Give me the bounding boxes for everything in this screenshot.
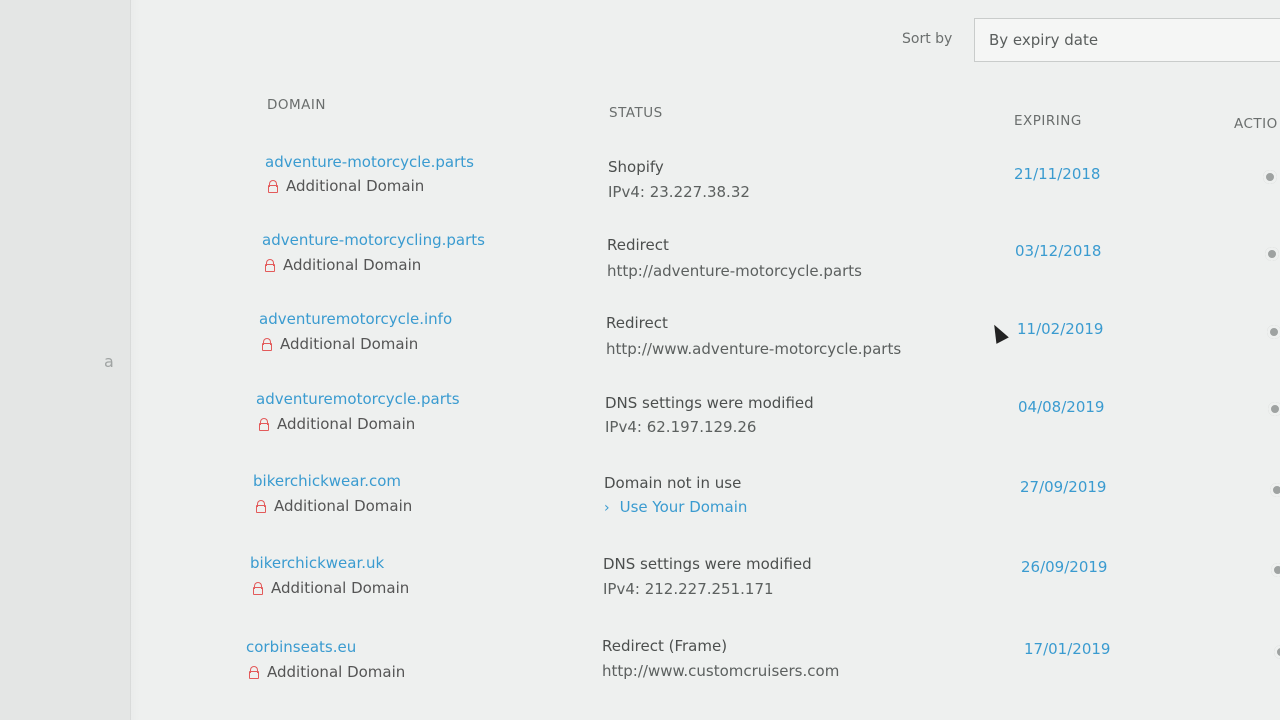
domain-link[interactable]: bikerchickwear.com (253, 472, 401, 490)
domain-link[interactable]: adventuremotorcycle.info (259, 310, 452, 328)
domain-row: bikerchickwear.com Additional Domain Dom… (150, 471, 1280, 531)
lock-icon (249, 666, 259, 679)
expiry-date: 26/09/2019 (1021, 558, 1108, 576)
domain-link[interactable]: adventure-motorcycling.parts (262, 231, 485, 249)
status-main: Shopify (608, 158, 664, 176)
domain-type: Additional Domain (265, 256, 421, 274)
status-detail[interactable]: http://www.adventure-motorcycle.parts (606, 340, 901, 358)
domain-row: adventuremotorcycle.parts Additional Dom… (150, 390, 1280, 450)
status-detail: IPv4: 212.227.251.171 (603, 580, 774, 598)
expiry-date: 21/11/2018 (1014, 165, 1101, 183)
lock-icon (265, 259, 275, 272)
status-main: DNS settings were modified (605, 394, 814, 412)
domain-type: Additional Domain (259, 415, 415, 433)
status-detail[interactable]: http://www.customcruisers.com (602, 662, 839, 680)
gear-icon[interactable] (1271, 563, 1280, 577)
domain-type: Additional Domain (262, 335, 418, 353)
use-your-domain-label: Use Your Domain (619, 498, 748, 516)
domain-list-panel: Sort by By expiry date DOMAIN STATUS EXP… (150, 0, 1280, 720)
domain-type: Additional Domain (268, 177, 424, 195)
domain-row: corbinseats.eu Additional Domain Redirec… (150, 637, 1280, 697)
status-main: Redirect (607, 236, 669, 254)
domain-type: Additional Domain (249, 663, 405, 681)
expiry-date: 11/02/2019 (1017, 320, 1104, 338)
domain-type-label: Additional Domain (277, 415, 416, 433)
domain-table: adventure-motorcycle.parts Additional Do… (150, 0, 1280, 720)
lock-icon (256, 500, 266, 513)
domain-type-label: Additional Domain (280, 335, 419, 353)
domain-type: Additional Domain (253, 579, 409, 597)
lock-icon (262, 338, 272, 351)
chevron-right-icon: › (604, 500, 610, 516)
domain-row: adventure-motorcycling.parts Additional … (150, 231, 1280, 291)
lock-icon (259, 418, 269, 431)
domain-link[interactable]: adventuremotorcycle.parts (256, 390, 460, 408)
domain-type-label: Additional Domain (283, 256, 422, 274)
gear-icon[interactable] (1268, 402, 1280, 416)
status-detail: IPv4: 23.227.38.32 (608, 183, 750, 201)
status-detail[interactable]: http://adventure-motorcycle.parts (607, 262, 862, 280)
domain-type-label: Additional Domain (271, 579, 410, 597)
expiry-date: 03/12/2018 (1015, 242, 1102, 260)
domain-list-screen: a Sort by By expiry date DOMAIN STATUS E… (0, 0, 1280, 720)
domain-type: Additional Domain (256, 497, 412, 515)
status-main: Redirect (Frame) (602, 637, 728, 655)
lock-icon (268, 180, 278, 193)
gear-icon[interactable] (1265, 247, 1279, 261)
status-main: DNS settings were modified (603, 555, 812, 573)
expiry-date: 17/01/2019 (1024, 640, 1111, 658)
gear-icon[interactable] (1267, 325, 1280, 339)
gear-icon[interactable] (1270, 483, 1280, 497)
left-navigation-rail: a (0, 0, 131, 720)
domain-link[interactable]: corbinseats.eu (246, 638, 356, 656)
domain-link[interactable]: adventure-motorcycle.parts (265, 153, 474, 171)
domain-row: bikerchickwear.uk Additional Domain DNS … (150, 553, 1280, 613)
gear-icon[interactable] (1263, 170, 1277, 184)
status-detail: IPv4: 62.197.129.26 (605, 418, 757, 436)
domain-type-label: Additional Domain (274, 497, 413, 515)
domain-row: adventure-motorcycle.parts Additional Do… (150, 153, 1280, 213)
status-main: Domain not in use (604, 474, 742, 492)
domain-type-label: Additional Domain (267, 663, 406, 681)
lock-icon (253, 582, 263, 595)
status-main: Redirect (606, 314, 668, 332)
lock-icon: a (104, 352, 114, 371)
domain-type-label: Additional Domain (286, 177, 425, 195)
domain-row: adventuremotorcycle.info Additional Doma… (150, 310, 1280, 370)
gear-icon[interactable] (1274, 645, 1280, 659)
expiry-date: 27/09/2019 (1020, 478, 1107, 496)
domain-link[interactable]: bikerchickwear.uk (250, 554, 384, 572)
expiry-date: 04/08/2019 (1018, 398, 1105, 416)
use-your-domain-link[interactable]: › Use Your Domain (604, 498, 747, 516)
